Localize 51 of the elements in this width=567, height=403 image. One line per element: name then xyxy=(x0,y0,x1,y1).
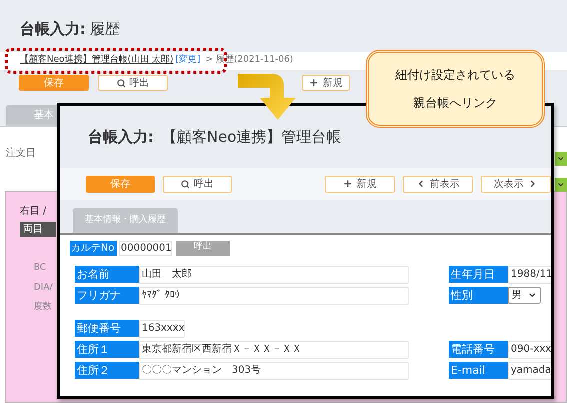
callout-text: 親台帳へリンク xyxy=(414,95,498,112)
chevron-right-icon xyxy=(528,179,538,189)
dropdown-toggle[interactable] xyxy=(555,178,567,192)
text-field[interactable]: 00000001 xyxy=(119,240,172,256)
chevron-down-icon xyxy=(528,291,537,300)
chevron-left-icon xyxy=(416,179,426,189)
plus-icon xyxy=(343,179,353,189)
chevron-down-icon xyxy=(557,155,565,163)
field-label: フリガナ xyxy=(75,287,139,304)
eye-badge: 両目 xyxy=(20,222,56,237)
page-title: 台帳入力: xyxy=(20,18,86,40)
search-icon xyxy=(116,78,126,88)
field-label: 郵便番号 xyxy=(75,320,139,337)
field-label: お名前 xyxy=(75,266,139,283)
search-icon xyxy=(181,180,190,188)
toolbar-button[interactable]: 呼出 xyxy=(98,75,168,91)
field-label: 電話番号 xyxy=(449,341,508,358)
page-subtitle: 履歴 xyxy=(90,18,120,40)
callout-text: 紐付け設定されている xyxy=(396,67,516,84)
row-label: 度数 xyxy=(34,301,52,314)
parent-ledger-link[interactable]: 【顧客Neo連携】管理台帳(山田 太郎) xyxy=(20,54,174,68)
field-label: 住所２ xyxy=(75,362,139,379)
field-label: 生年月日 xyxy=(449,266,508,283)
toolbar-button[interactable]: 次表示 xyxy=(481,176,551,192)
window-title: 台帳入力: xyxy=(88,126,154,148)
field-label: 注文日 xyxy=(6,148,36,159)
field-label: 住所１ xyxy=(75,341,139,358)
field-label: カルテNo xyxy=(70,240,117,256)
toolbar-button[interactable]: 新規 xyxy=(302,75,350,91)
change-link[interactable]: [変更] xyxy=(176,54,201,68)
row-label: DIA/ xyxy=(34,282,53,294)
text-field[interactable]: 山田 太郎 xyxy=(139,266,409,284)
text-field[interactable]: 〇〇〇マンション 303号 xyxy=(139,362,409,380)
window-subtitle: 【顧客Neo連携】管理台帳 xyxy=(162,126,342,148)
arrow-icon xyxy=(238,74,298,120)
dropdown-toggle[interactable] xyxy=(555,152,567,166)
text-field[interactable]: yamada xyxy=(508,362,551,380)
toolbar-button[interactable]: 新規 xyxy=(325,176,395,192)
panel-label: 右目 / xyxy=(20,205,47,219)
toolbar-button[interactable]: 呼出 xyxy=(163,176,232,192)
row-label: BC xyxy=(34,262,46,275)
toolbar-button[interactable]: 前表示 xyxy=(403,176,473,192)
plus-icon xyxy=(309,78,319,88)
chevron-down-icon xyxy=(557,181,565,189)
text-field[interactable]: 163xxxx xyxy=(139,320,185,338)
text-field[interactable]: 090-xxx xyxy=(508,340,551,358)
field-label: 性別 xyxy=(449,287,508,304)
text-field[interactable]: ﾔﾏﾀﾞ ﾀﾛｳ xyxy=(139,286,409,304)
field-label: E-mail xyxy=(449,362,508,379)
text-field[interactable]: 東京都新宿区西新宿Ｘ－ＸＸ－ＸＸ xyxy=(139,340,409,358)
gender-select[interactable]: 男 xyxy=(508,287,541,304)
